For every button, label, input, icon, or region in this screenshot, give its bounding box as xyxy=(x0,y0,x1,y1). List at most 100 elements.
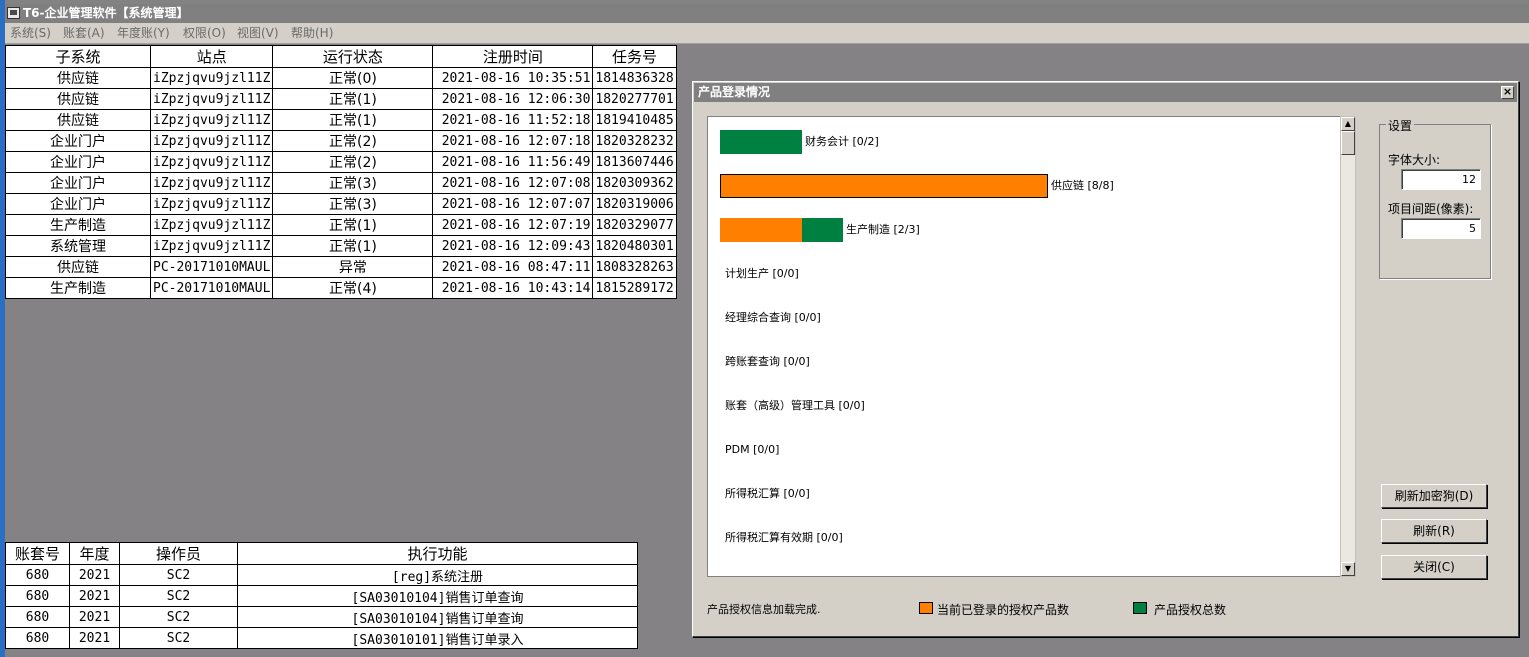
bar-remaining-segment xyxy=(802,218,843,242)
cell-register-time: 2021-08-16 11:56:49 xyxy=(432,151,594,173)
cell-register-time: 2021-08-16 08:47:11 xyxy=(432,256,594,278)
table-row[interactable]: 供应链 PC-20171010MAUL 异常 2021-08-16 08:47:11 1… xyxy=(5,256,677,278)
cell-year: 2021 xyxy=(69,606,120,628)
operation-log-table: 账套号 年度 操作员 执行功能 680 2021 SC2 [reg]系统注册 680 20… xyxy=(5,542,638,649)
dialog-title-bar: 产品登录情况 × xyxy=(694,83,1517,102)
cell-subsystem: 生产制造 xyxy=(5,277,151,299)
cell-function: [SA03010101]销售订单录入 xyxy=(237,627,638,649)
cell-subsystem: 供应链 xyxy=(5,256,151,278)
cell-task-id: 1814836328 xyxy=(592,67,677,89)
menu-account-set[interactable]: 账套(A) xyxy=(63,23,105,44)
col-header-account-no[interactable]: 账套号 xyxy=(5,542,70,565)
bar-outline xyxy=(720,174,1048,198)
table-row[interactable]: 企业门户 iZpzjqvu9jzl11Z 正常(2) 2021-08-16 11:56… xyxy=(5,151,677,173)
menu-system[interactable]: 系统(S) xyxy=(10,23,51,44)
menu-view[interactable]: 视图(V) xyxy=(237,23,279,44)
col-header-year[interactable]: 年度 xyxy=(69,542,120,565)
item-spacing-input[interactable]: 5 xyxy=(1401,218,1481,239)
font-size-input[interactable]: 12 xyxy=(1401,169,1481,190)
close-button[interactable]: 关闭(C) xyxy=(1381,555,1487,579)
table-row[interactable]: 供应链 iZpzjqvu9jzl11Z 正常(1) 2021-08-16 12:06:… xyxy=(5,88,677,110)
cell-status: 正常(3) xyxy=(272,172,434,194)
col-header-operator[interactable]: 操作员 xyxy=(119,542,238,565)
col-header-station[interactable]: 站点 xyxy=(149,45,274,68)
col-header-task-id[interactable]: 任务号 xyxy=(592,45,677,68)
chart-item-label: 生产制造 [2/3] xyxy=(846,223,920,236)
table-header-row: 账套号 年度 操作员 执行功能 xyxy=(5,542,638,565)
table-row[interactable]: 供应链 iZpzjqvu9jzl11Z 正常(0) 2021-08-16 10:35:… xyxy=(5,67,677,89)
cell-register-time: 2021-08-16 12:07:07 xyxy=(432,193,594,215)
menu-bar: 系统(S) 账套(A) 年度账(Y) 权限(O) 视图(V) 帮助(H) xyxy=(5,23,1529,44)
table-row[interactable]: 企业门户 iZpzjqvu9jzl11Z 正常(2) 2021-08-16 12:07… xyxy=(5,130,677,152)
cell-task-id: 1820277701 xyxy=(592,88,677,110)
table-row[interactable]: 企业门户 iZpzjqvu9jzl11Z 正常(3) 2021-08-16 12:07… xyxy=(5,193,677,215)
cell-account-no: 680 xyxy=(5,627,70,649)
chart-item-label: 账套（高级）管理工具 [0/0] xyxy=(725,399,865,412)
cell-operator: SC2 xyxy=(119,564,238,586)
license-bar xyxy=(720,130,802,154)
table-row[interactable]: 680 2021 SC2 [SA03010101]销售订单录入 xyxy=(5,627,638,649)
chart-item-label: 供应链 [8/8] xyxy=(1051,179,1114,192)
cell-station: PC-20171010MAUL xyxy=(149,256,274,278)
menu-annual-account[interactable]: 年度账(Y) xyxy=(117,23,170,44)
chart-item-label: 财务会计 [0/2] xyxy=(805,135,879,148)
cell-subsystem: 供应链 xyxy=(5,88,151,110)
table-header-row: 子系统 站点 运行状态 注册时间 任务号 xyxy=(5,45,677,68)
cell-task-id: 1820329077 xyxy=(592,214,677,236)
chart-scrollbar[interactable]: ▲ ▼ xyxy=(1340,116,1356,577)
cell-station: iZpzjqvu9jzl11Z xyxy=(149,151,274,173)
col-header-status[interactable]: 运行状态 xyxy=(272,45,434,68)
table-row[interactable]: 680 2021 SC2 [reg]系统注册 xyxy=(5,564,638,586)
cell-station: iZpzjqvu9jzl11Z xyxy=(149,214,274,236)
cell-status: 正常(4) xyxy=(272,277,434,299)
cell-subsystem: 企业门户 xyxy=(5,130,151,152)
menu-help[interactable]: 帮助(H) xyxy=(291,23,333,44)
scroll-up-icon[interactable]: ▲ xyxy=(1341,117,1355,131)
product-license-chart: 财务会计 [0/2] 供应链 [8/8] 生产制造 [2/3] 计划生产 [0/0] 经… xyxy=(707,116,1343,577)
scroll-down-icon[interactable]: ▼ xyxy=(1341,562,1355,576)
cell-task-id: 1820328232 xyxy=(592,130,677,152)
cell-account-no: 680 xyxy=(5,606,70,628)
table-row[interactable]: 企业门户 iZpzjqvu9jzl11Z 正常(3) 2021-08-16 12:07… xyxy=(5,172,677,194)
col-header-register-time[interactable]: 注册时间 xyxy=(432,45,594,68)
chart-item-label: 计划生产 [0/0] xyxy=(725,267,799,280)
table-row[interactable]: 生产制造 iZpzjqvu9jzl11Z 正常(1) 2021-08-16 12:07… xyxy=(5,214,677,236)
chart-item-label: 所得税汇算有效期 [0/0] xyxy=(725,531,843,544)
title-bar: T6-企业管理软件【系统管理】 xyxy=(5,4,1529,23)
cell-station: iZpzjqvu9jzl11Z xyxy=(149,88,274,110)
chart-item-label: PDM [0/0] xyxy=(725,443,780,456)
col-header-subsystem[interactable]: 子系统 xyxy=(5,45,151,68)
item-spacing-label: 项目间距(像素): xyxy=(1388,202,1474,216)
table-row[interactable]: 系统管理 iZpzjqvu9jzl11Z 正常(1) 2021-08-16 12:09… xyxy=(5,235,677,257)
cell-task-id: 1819410485 xyxy=(592,109,677,131)
cell-status: 正常(1) xyxy=(272,235,434,257)
cell-task-id: 1820309362 xyxy=(592,172,677,194)
cell-subsystem: 系统管理 xyxy=(5,235,151,257)
table-row[interactable]: 680 2021 SC2 [SA03010104]销售订单查询 xyxy=(5,585,638,607)
refresh-dongle-button[interactable]: 刷新加密狗(D) xyxy=(1381,484,1487,508)
cell-register-time: 2021-08-16 12:07:18 xyxy=(432,130,594,152)
bar-remaining-segment xyxy=(720,130,802,154)
table-row[interactable]: 680 2021 SC2 [SA03010104]销售订单查询 xyxy=(5,606,638,628)
window-title: T6-企业管理软件【系统管理】 xyxy=(23,6,189,20)
cell-account-no: 680 xyxy=(5,564,70,586)
cell-status: 正常(3) xyxy=(272,193,434,215)
menu-permission[interactable]: 权限(O) xyxy=(183,23,226,44)
settings-group: 设置 字体大小: 12 项目间距(像素): 5 xyxy=(1379,117,1491,279)
chart-item-label: 所得税汇算 [0/0] xyxy=(725,487,810,500)
table-row[interactable]: 供应链 iZpzjqvu9jzl11Z 正常(1) 2021-08-16 11:52:… xyxy=(5,109,677,131)
cell-function: [reg]系统注册 xyxy=(237,564,638,586)
font-size-label: 字体大小: xyxy=(1388,153,1441,167)
cell-register-time: 2021-08-16 10:35:51 xyxy=(432,67,594,89)
cell-register-time: 2021-08-16 11:52:18 xyxy=(432,109,594,131)
col-header-function[interactable]: 执行功能 xyxy=(237,542,638,565)
app-icon xyxy=(7,7,20,19)
refresh-button[interactable]: 刷新(R) xyxy=(1381,519,1487,543)
cell-function: [SA03010104]销售订单查询 xyxy=(237,585,638,607)
scroll-thumb[interactable] xyxy=(1341,131,1355,155)
cell-subsystem: 企业门户 xyxy=(5,193,151,215)
close-icon[interactable]: × xyxy=(1501,86,1514,99)
cell-station: iZpzjqvu9jzl11Z xyxy=(149,67,274,89)
table-row[interactable]: 生产制造 PC-20171010MAUL 正常(4) 2021-08-16 10:43… xyxy=(5,277,677,299)
status-text: 产品授权信息加载完成. xyxy=(707,603,821,616)
